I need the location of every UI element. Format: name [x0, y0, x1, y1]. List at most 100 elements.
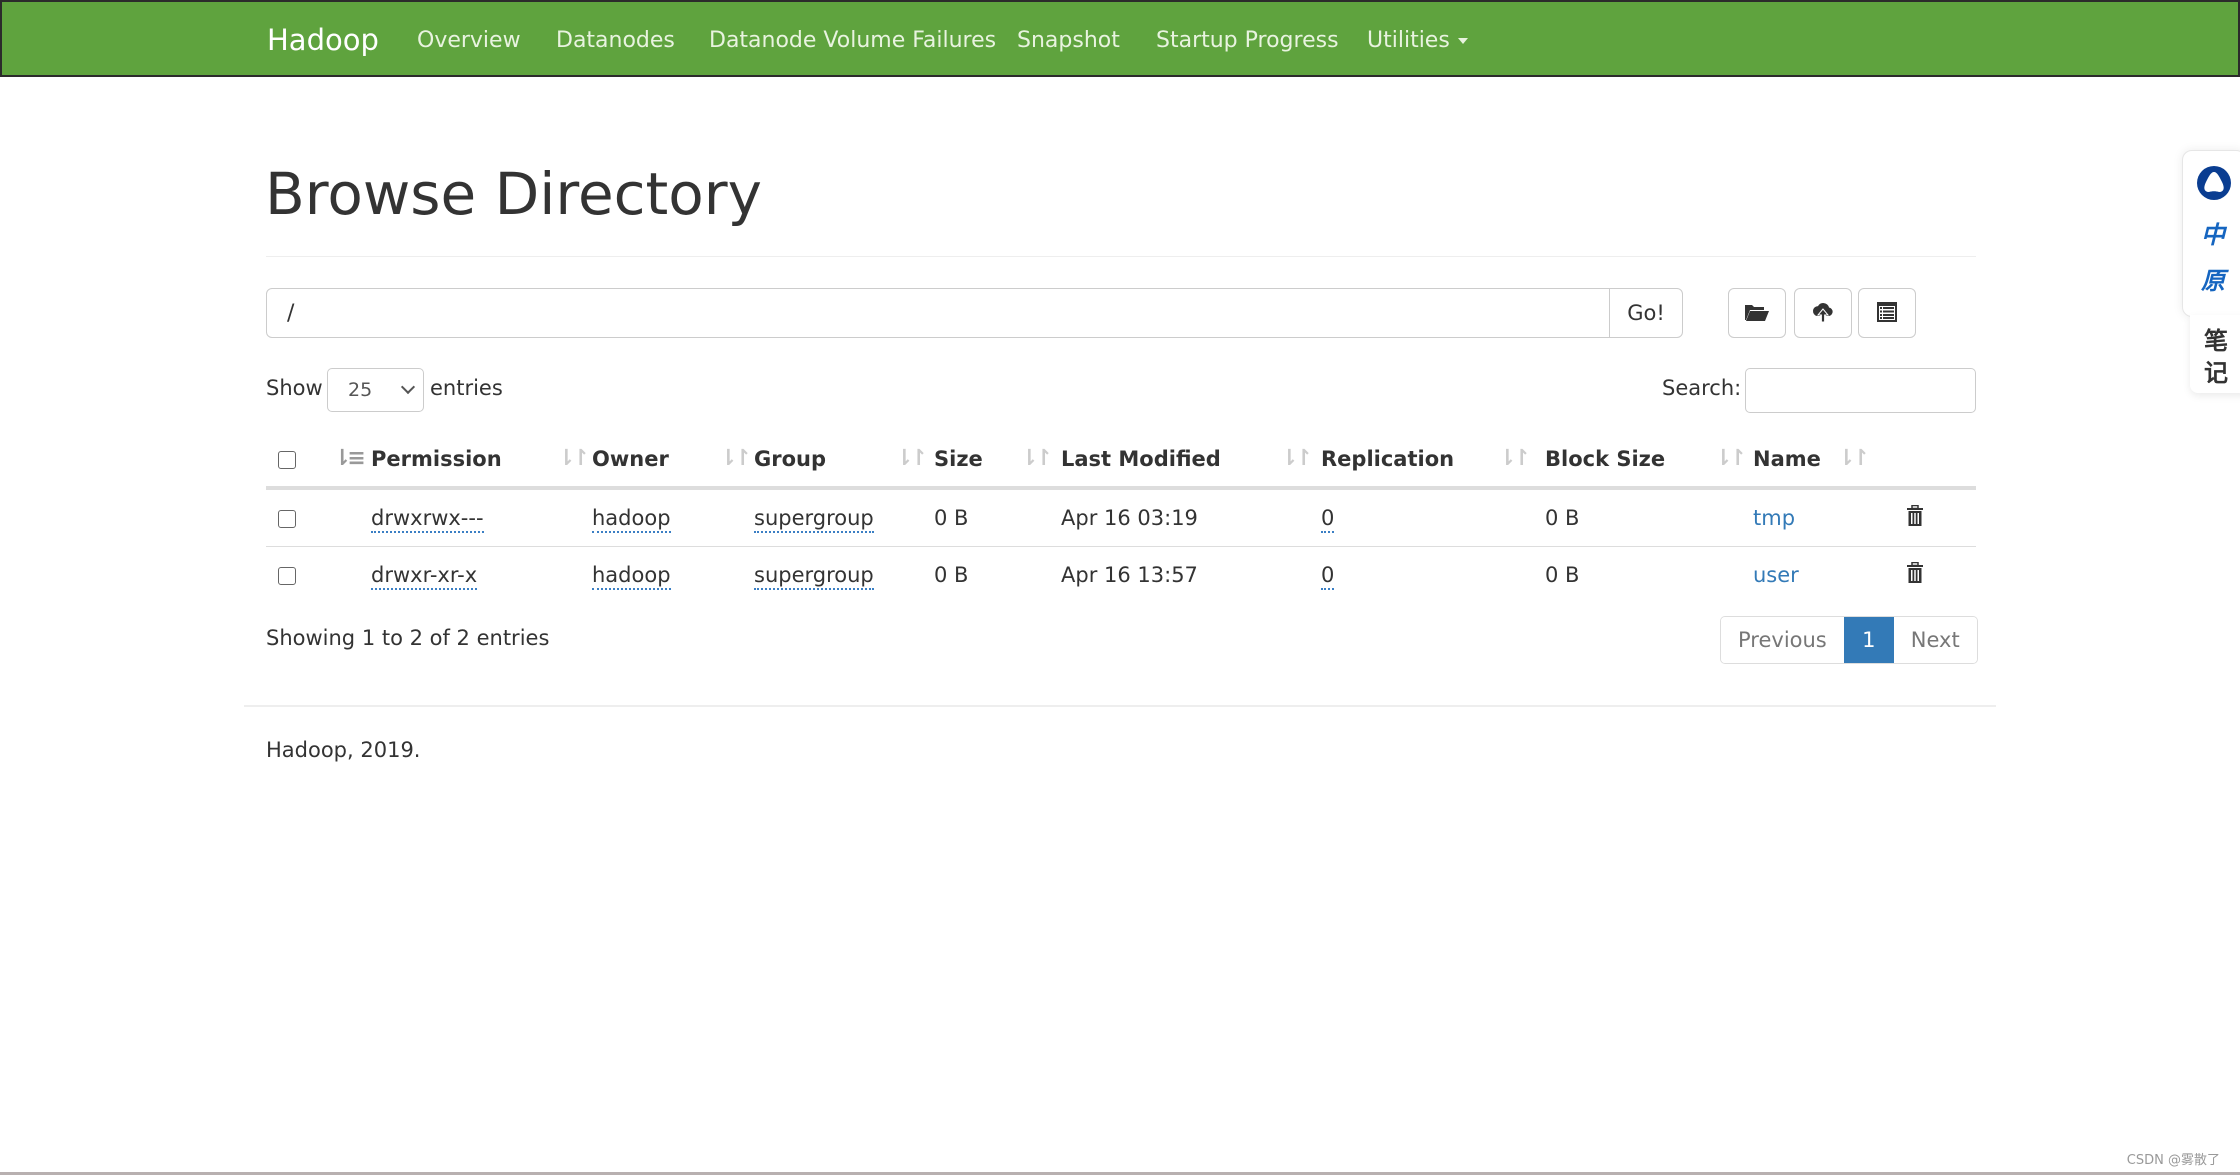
row-checkbox[interactable] — [278, 567, 296, 585]
column-header-permission[interactable]: Permission ⇂↾ — [371, 432, 592, 490]
previous-page-button[interactable]: Previous — [1721, 617, 1844, 663]
replication-editable[interactable]: 0 — [1321, 563, 1335, 590]
spacer-cell — [331, 488, 371, 547]
column-header-label: Last Modified — [1061, 447, 1221, 471]
concatenate-files-button[interactable] — [1858, 288, 1916, 338]
select-all-checkbox[interactable] — [278, 451, 296, 469]
nav-startup-progress[interactable]: Startup Progress — [1156, 28, 1339, 53]
side-widget-bottom[interactable]: 笔 记 — [2190, 315, 2240, 393]
owner-editable[interactable]: hadoop — [592, 506, 671, 533]
column-header-label: Replication — [1321, 447, 1455, 471]
select-all-cell — [266, 432, 331, 490]
sort-icon[interactable]: ⇂↾ — [1837, 446, 1870, 471]
sort-icon[interactable]: ⇂↾ — [719, 446, 752, 471]
column-header-label: Permission — [371, 447, 502, 471]
sort-icon[interactable]: ⇂↾ — [895, 446, 928, 471]
last-modified-cell: Apr 16 13:57 — [1061, 563, 1198, 587]
directory-link-tmp[interactable]: tmp — [1753, 506, 1795, 530]
size-cell: 0 B — [934, 563, 969, 587]
create-directory-button[interactable] — [1728, 288, 1786, 338]
column-header-block-size[interactable]: Block Size ⇂↾ — [1545, 432, 1753, 490]
trash-icon[interactable] — [1906, 561, 1924, 589]
side-char-zhong: 中 — [2201, 221, 2225, 249]
name-cell: tmp — [1753, 488, 1906, 547]
column-header-label: Size — [934, 447, 983, 471]
nav-datanodes[interactable]: Datanodes — [556, 28, 675, 53]
table-row: drwxrwx--- hadoop supergroup 0 B Apr 16 … — [266, 488, 1976, 547]
column-header-last-modified[interactable]: Last Modified ⇂↾ — [1061, 432, 1321, 490]
nav-utilities-dropdown[interactable]: Utilities — [1367, 28, 1468, 53]
go-button[interactable]: Go! — [1609, 288, 1683, 338]
entries-per-page-value: 25 — [348, 379, 373, 401]
next-page-button[interactable]: Next — [1893, 617, 1977, 663]
permission-cell: drwxr-xr-x — [371, 547, 592, 604]
brand-link[interactable]: Hadoop — [267, 23, 379, 57]
column-header-size[interactable]: Size ⇂↾ — [934, 432, 1061, 490]
caret-down-icon — [1457, 38, 1468, 44]
row-select-cell — [266, 547, 331, 604]
nav-overview[interactable]: Overview — [417, 28, 521, 53]
actions-header-cell — [1906, 432, 1976, 490]
side-char-bi: 笔 — [2204, 327, 2228, 355]
replication-cell: 0 — [1321, 488, 1545, 547]
table-row: drwxr-xr-x hadoop supergroup 0 B Apr 16 … — [266, 547, 1976, 604]
column-header-label: Block Size — [1545, 447, 1666, 471]
search-label: Search: — [1662, 376, 1742, 400]
sort-icon[interactable]: ⇂↾ — [1280, 446, 1313, 471]
group-editable[interactable]: supergroup — [754, 563, 874, 590]
owner-editable[interactable]: hadoop — [592, 563, 671, 590]
chevron-down-icon — [400, 379, 416, 395]
directory-path-input[interactable] — [266, 288, 1610, 338]
show-label: Show — [266, 376, 323, 400]
sort-icon[interactable]: ⇂↾ — [1714, 446, 1747, 471]
page-1-button[interactable]: 1 — [1843, 617, 1894, 663]
actions-cell — [1906, 547, 1976, 604]
group-cell: supergroup — [754, 488, 934, 547]
trash-icon[interactable] — [1906, 504, 1924, 532]
column-header-group[interactable]: Group ⇂↾ — [754, 432, 934, 490]
folder-open-icon — [1744, 302, 1770, 325]
permission-editable[interactable]: drwxr-xr-x — [371, 563, 478, 590]
last-modified-cell: Apr 16 03:19 — [1061, 488, 1321, 547]
directory-link-user[interactable]: user — [1753, 563, 1799, 587]
column-header-label: Group — [754, 447, 827, 471]
title-divider — [266, 256, 1976, 257]
sort-default-cell[interactable]: ⇂≡ — [331, 432, 371, 490]
block-size-cell: 0 B — [1545, 563, 1580, 587]
name-cell: user — [1753, 547, 1906, 604]
column-header-replication[interactable]: Replication ⇂↾ — [1321, 432, 1545, 490]
owner-cell: hadoop — [592, 488, 754, 547]
side-char-yuan: 原 — [2201, 267, 2225, 295]
side-note-widget[interactable]: 中 原 笔 记 — [2182, 150, 2240, 393]
nav-snapshot[interactable]: Snapshot — [1017, 28, 1120, 53]
cloud-upload-icon — [1811, 300, 1835, 327]
sort-amount-asc-icon[interactable]: ⇂≡ — [333, 446, 366, 471]
row-checkbox[interactable] — [278, 510, 296, 528]
page-title: Browse Directory — [265, 160, 762, 228]
side-widget-top[interactable]: 中 原 — [2182, 150, 2240, 317]
sort-icon[interactable]: ⇂↾ — [557, 446, 590, 471]
sort-icon[interactable]: ⇂↾ — [1498, 446, 1531, 471]
permission-editable[interactable]: drwxrwx--- — [371, 506, 484, 533]
column-header-label: Name — [1753, 447, 1821, 471]
pagination: Previous 1 Next — [1720, 616, 1978, 664]
group-cell: supergroup — [754, 547, 934, 604]
column-header-name[interactable]: Name ⇂↾ — [1753, 432, 1906, 490]
entries-label: entries — [430, 376, 503, 400]
column-header-owner[interactable]: Owner ⇂↾ — [592, 432, 754, 490]
top-navbar: Hadoop Overview Datanodes Datanode Volum… — [0, 0, 2240, 77]
owner-cell: hadoop — [592, 547, 754, 604]
table-info: Showing 1 to 2 of 2 entries — [266, 626, 550, 650]
upload-file-button[interactable] — [1794, 288, 1852, 338]
permission-cell: drwxrwx--- — [371, 488, 592, 547]
spacer-cell — [331, 547, 371, 604]
replication-editable[interactable]: 0 — [1321, 506, 1335, 533]
nav-datanode-volume-failures[interactable]: Datanode Volume Failures — [709, 28, 996, 53]
replication-cell: 0 — [1321, 547, 1545, 604]
sort-icon[interactable]: ⇂↾ — [1020, 446, 1053, 471]
list-alt-icon — [1876, 301, 1898, 326]
footer-text: Hadoop, 2019. — [266, 738, 421, 762]
group-editable[interactable]: supergroup — [754, 506, 874, 533]
entries-per-page-select[interactable]: 25 — [327, 368, 424, 412]
search-input[interactable] — [1745, 368, 1976, 413]
